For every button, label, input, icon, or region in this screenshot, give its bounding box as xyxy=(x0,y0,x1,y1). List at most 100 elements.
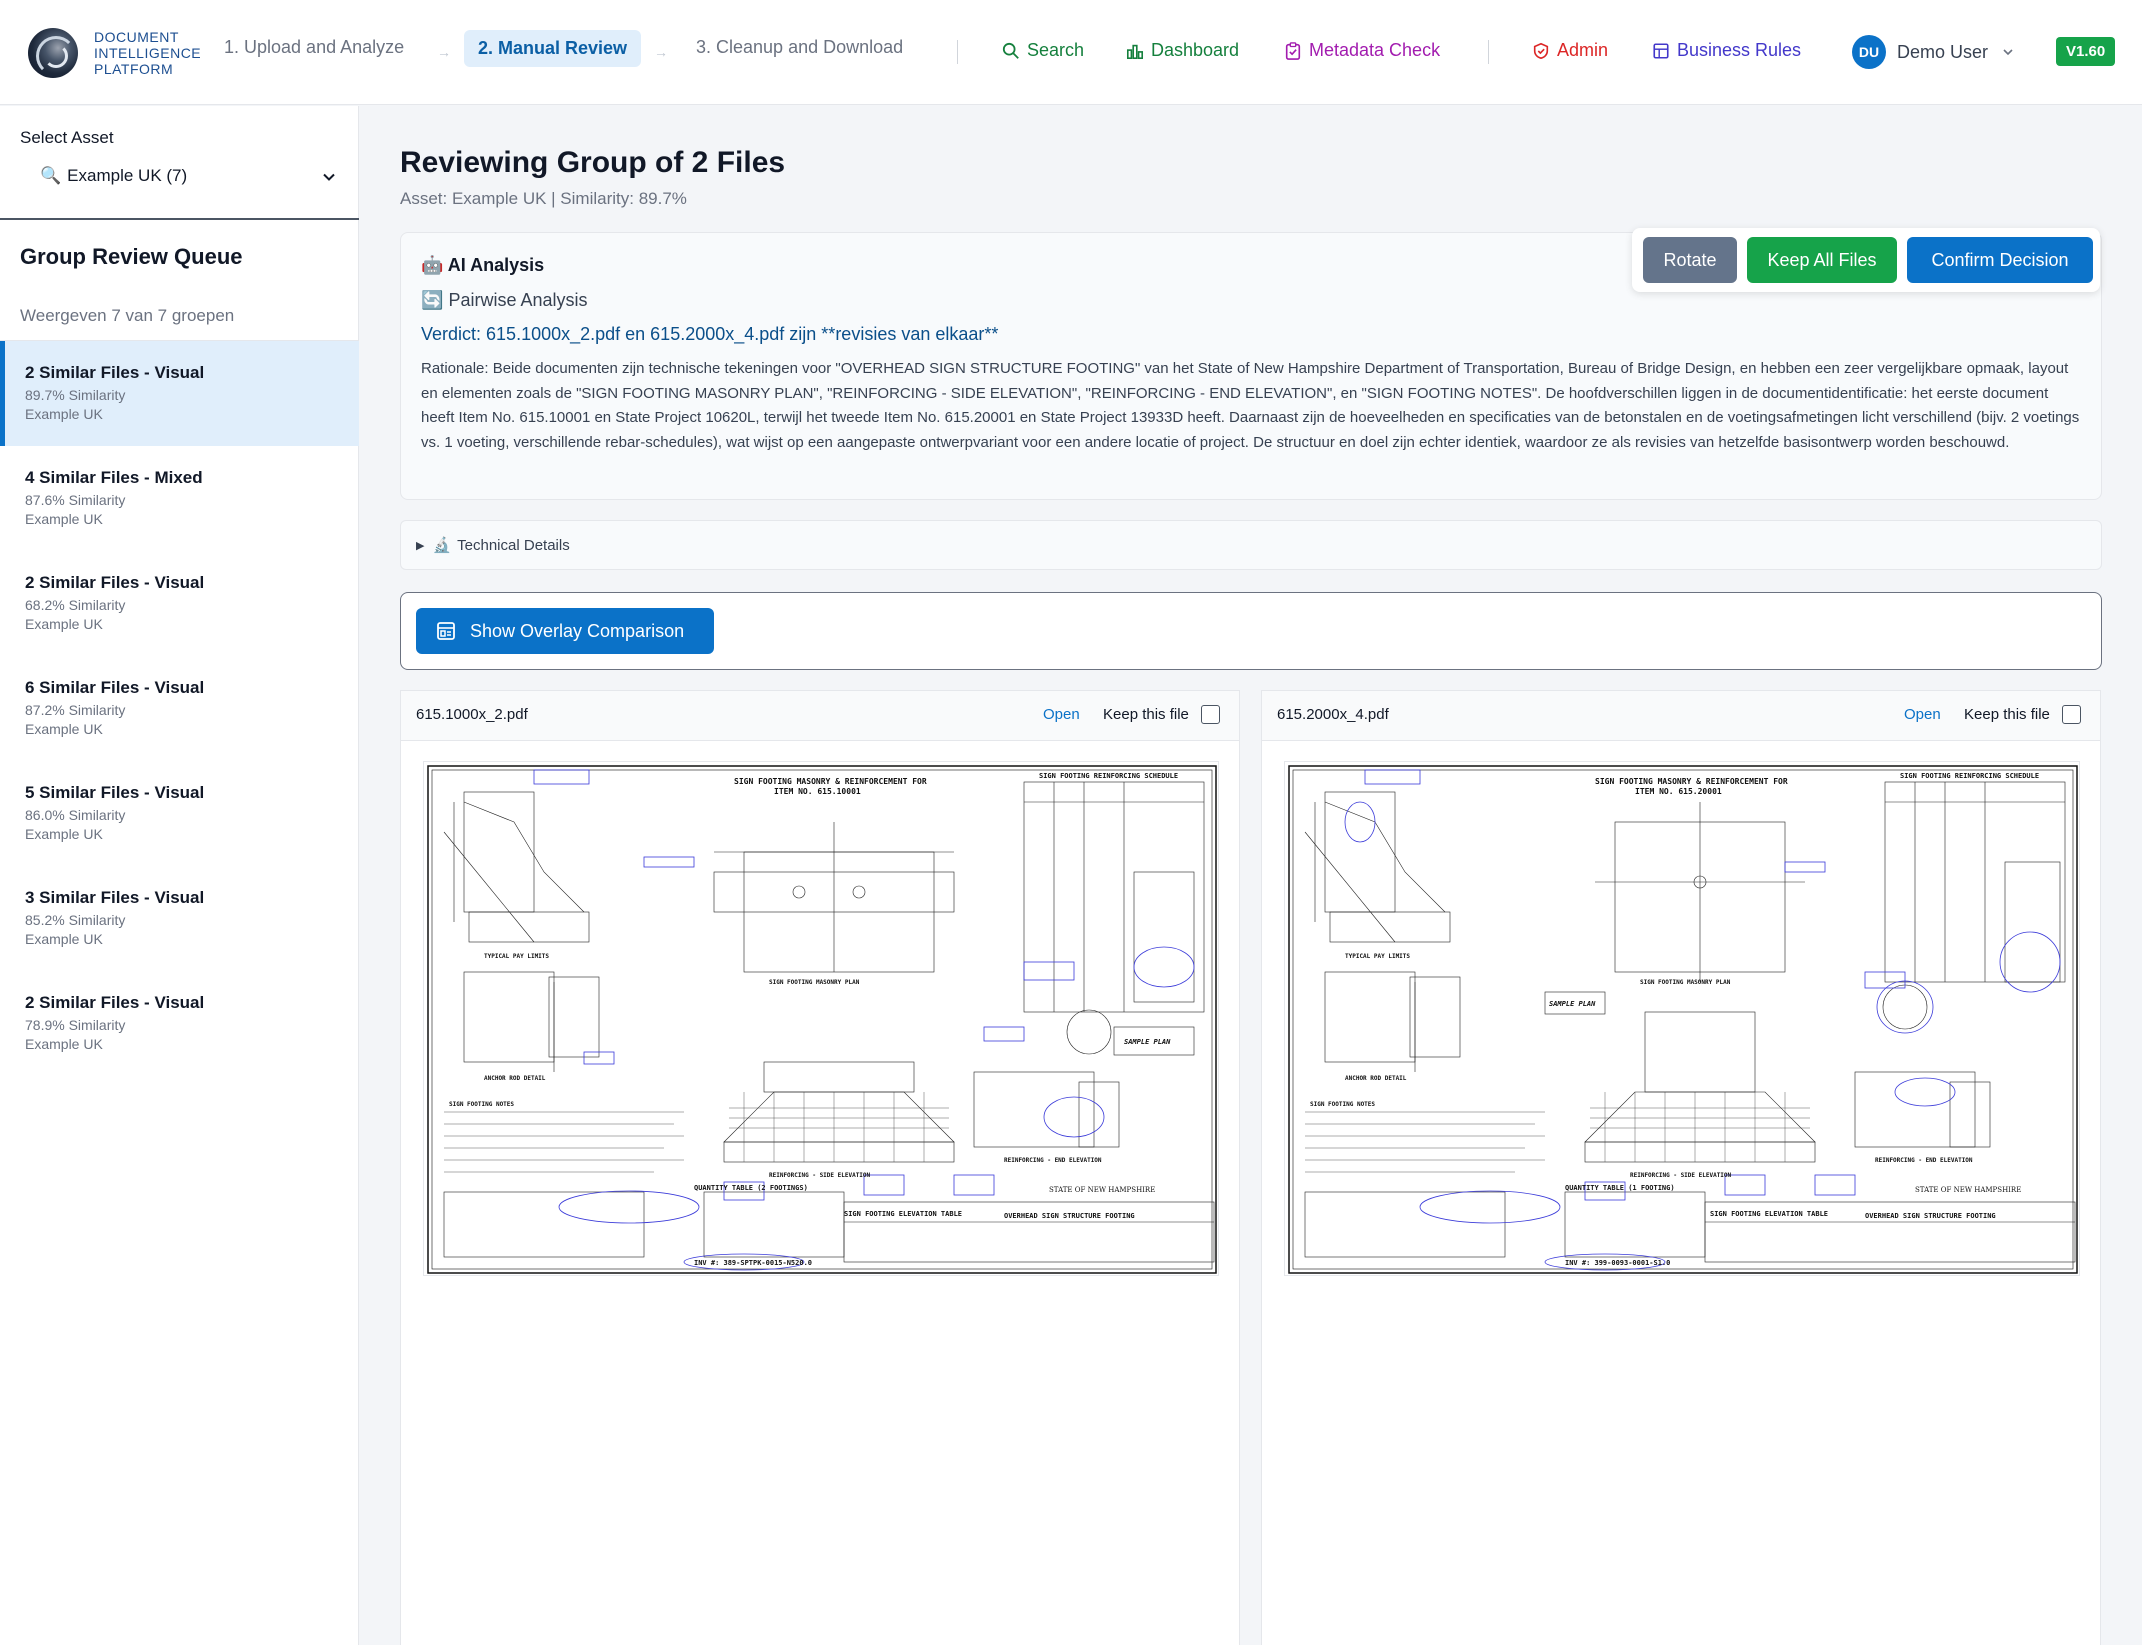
clipboard-check-icon xyxy=(1285,41,1301,60)
document-preview[interactable]: SIGN FOOTING MASONRY & REINFORCEMENT FOR… xyxy=(1284,761,2080,1276)
drawing-notes-title: SIGN FOOTING NOTES xyxy=(449,1101,514,1108)
queue-item-asset: Example UK xyxy=(25,721,103,737)
rules-grid-icon xyxy=(1653,42,1669,59)
decision-toolbar: Rotate Keep All Files Confirm Decision xyxy=(1632,228,2100,292)
step-cleanup-download[interactable]: 3. Cleanup and Download xyxy=(696,37,903,58)
keep-file-checkbox[interactable] xyxy=(1201,705,1220,724)
queue-item[interactable]: 5 Similar Files - Visual 86.0% Similarit… xyxy=(0,761,359,866)
queue-count: Weergeven 7 van 7 groepen xyxy=(20,306,235,325)
drawing-structure-title: OVERHEAD SIGN STRUCTURE FOOTING xyxy=(1865,1212,1996,1220)
platform-logo[interactable]: DOCUMENT INTELLIGENCE PLATFORM xyxy=(28,28,201,78)
header-divider xyxy=(1488,40,1489,64)
step-manual-review[interactable]: 2. Manual Review xyxy=(464,30,642,67)
queue-list: 2 Similar Files - Visual 89.7% Similarit… xyxy=(0,341,359,1076)
user-menu[interactable]: DU Demo User xyxy=(1852,35,2014,69)
pairwise-heading: 🔄 Pairwise Analysis xyxy=(421,290,588,311)
avatar: DU xyxy=(1852,35,1886,69)
queue-item-title: 4 Similar Files - Mixed xyxy=(25,468,203,487)
nav-rules-label: Business Rules xyxy=(1677,40,1802,60)
page-subtitle: Asset: Example UK | Similarity: 89.7% xyxy=(400,189,687,208)
page-title: Reviewing Group of 2 Files xyxy=(400,146,786,179)
queue-item-similarity: 85.2% Similarity xyxy=(25,912,126,928)
queue-item[interactable]: 4 Similar Files - Mixed 87.6% Similarity… xyxy=(0,446,359,551)
top-header: DOCUMENT INTELLIGENCE PLATFORM 1. Upload… xyxy=(0,0,2142,105)
drawing-title: SIGN FOOTING MASONRY & REINFORCEMENT FOR xyxy=(734,777,927,786)
keep-file-label: Keep this file xyxy=(1103,706,1189,723)
keep-file-label: Keep this file xyxy=(1964,706,2050,723)
file-name: 615.2000x_4.pdf xyxy=(1277,706,1389,723)
technical-details-toggle[interactable]: ▶ 🔬 Technical Details xyxy=(400,520,2102,570)
queue-item-similarity: 78.9% Similarity xyxy=(25,1017,126,1033)
file-panel-left: 615.1000x_2.pdf Open Keep this file SIGN… xyxy=(400,690,1240,1645)
technical-details-label: Technical Details xyxy=(457,536,570,554)
nav-search[interactable]: Search xyxy=(1002,40,1084,61)
nav-business-rules[interactable]: Business Rules xyxy=(1652,40,1801,61)
queue-item-asset: Example UK xyxy=(25,931,103,947)
triangle-right-icon: ▶ xyxy=(416,539,425,552)
overlay-comparison-panel: Show Overlay Comparison xyxy=(400,592,2102,670)
queue-item[interactable]: 6 Similar Files - Visual 87.2% Similarit… xyxy=(0,656,359,761)
queue-item-asset: Example UK xyxy=(25,511,103,527)
queue-title: Group Review Queue xyxy=(20,244,243,269)
pairwise-label: Pairwise Analysis xyxy=(448,290,588,310)
drawing-notes-title: SIGN FOOTING NOTES xyxy=(1310,1101,1375,1108)
drawing-side-elevation: REINFORCING - SIDE ELEVATION xyxy=(769,1172,871,1179)
queue-item-title: 2 Similar Files - Visual xyxy=(25,993,205,1012)
queue-item-similarity: 87.2% Similarity xyxy=(25,702,126,718)
drawing-side-elevation: REINFORCING - SIDE ELEVATION xyxy=(1630,1172,1732,1179)
refresh-icon: 🔄 xyxy=(421,290,444,310)
keep-all-files-button[interactable]: Keep All Files xyxy=(1747,237,1897,283)
confirm-decision-button[interactable]: Confirm Decision xyxy=(1907,237,2093,283)
nav-admin[interactable]: Admin xyxy=(1532,40,1608,61)
nav-metadata-label: Metadata Check xyxy=(1309,40,1441,60)
queue-item[interactable]: 3 Similar Files - Visual 85.2% Similarit… xyxy=(0,866,359,971)
rotate-button[interactable]: Rotate xyxy=(1643,237,1737,283)
drawing-end-elevation: REINFORCING - END ELEVATION xyxy=(1004,1157,1102,1164)
queue-item[interactable]: 2 Similar Files - Visual 78.9% Similarit… xyxy=(0,971,359,1076)
keep-file-checkbox[interactable] xyxy=(2062,705,2081,724)
drawing-item-no: ITEM NO. 615.10001 xyxy=(774,787,861,796)
asset-select[interactable]: 🔍 Example UK (7) xyxy=(20,158,340,194)
queue-item-similarity: 86.0% Similarity xyxy=(25,807,126,823)
document-preview[interactable]: SIGN FOOTING MASONRY & REINFORCEMENT FOR… xyxy=(423,761,1219,1276)
queue-item-title: 2 Similar Files - Visual xyxy=(25,363,205,382)
drawing-sample-plan: SAMPLE PLAN xyxy=(1549,1000,1596,1008)
show-overlay-button[interactable]: Show Overlay Comparison xyxy=(416,608,714,654)
drawing-end-elevation: REINFORCING - END ELEVATION xyxy=(1875,1157,1973,1164)
queue-item-asset: Example UK xyxy=(25,826,103,842)
queue-item[interactable]: 2 Similar Files - Visual 68.2% Similarit… xyxy=(0,551,359,656)
logo-text: DOCUMENT INTELLIGENCE PLATFORM xyxy=(94,29,202,77)
drawing-elevation-table: SIGN FOOTING ELEVATION TABLE xyxy=(1710,1210,1828,1218)
queue-item-title: 6 Similar Files - Visual xyxy=(25,678,205,697)
drawing-pay-limits: TYPICAL PAY LIMITS xyxy=(484,953,549,960)
ai-analysis-label: AI Analysis xyxy=(447,255,545,275)
queue-item-similarity: 68.2% Similarity xyxy=(25,597,126,613)
nav-metadata-check[interactable]: Metadata Check xyxy=(1284,40,1440,61)
drawing-plan-label: SIGN FOOTING MASONRY PLAN xyxy=(769,979,860,986)
open-file-link[interactable]: Open xyxy=(1904,706,1941,723)
header-divider xyxy=(957,40,958,64)
drawing-elevation-table: SIGN FOOTING ELEVATION TABLE xyxy=(844,1210,962,1218)
queue-item-title: 3 Similar Files - Visual xyxy=(25,888,205,907)
queue-item-asset: Example UK xyxy=(25,1036,103,1052)
queue-item[interactable]: 2 Similar Files - Visual 89.7% Similarit… xyxy=(0,341,359,446)
sidebar: Select Asset 🔍 Example UK (7) Group Revi… xyxy=(0,106,359,1645)
open-file-link[interactable]: Open xyxy=(1043,706,1080,723)
sidebar-divider xyxy=(0,218,359,220)
file-panel-right: 615.2000x_4.pdf Open Keep this file SIGN… xyxy=(1261,690,2101,1645)
step-upload-analyze[interactable]: 1. Upload and Analyze xyxy=(224,37,404,58)
microscope-icon: 🔬 xyxy=(432,537,452,554)
chevron-down-icon xyxy=(323,173,335,181)
user-name: Demo User xyxy=(1897,41,1989,62)
asset-select-value: Example UK (7) xyxy=(67,166,188,185)
queue-item-asset: Example UK xyxy=(25,616,103,632)
file-header: 615.2000x_4.pdf Open Keep this file xyxy=(1262,691,2100,741)
drawing-inventory-number: INV #: 399-0093-0001-S1.0 xyxy=(1565,1259,1670,1267)
step-arrow-icon: → xyxy=(654,44,668,60)
verdict-text: Verdict: 615.1000x_2.pdf en 615.2000x_4.… xyxy=(421,324,999,344)
version-badge: V1.60 xyxy=(2056,37,2116,66)
rationale-text: Rationale: Beide documenten zijn technis… xyxy=(421,360,2080,451)
step-arrow-icon: → xyxy=(437,44,451,60)
engineering-drawing: SIGN FOOTING MASONRY & REINFORCEMENT FOR… xyxy=(1288,765,2078,1274)
nav-dashboard[interactable]: Dashboard xyxy=(1126,40,1239,61)
